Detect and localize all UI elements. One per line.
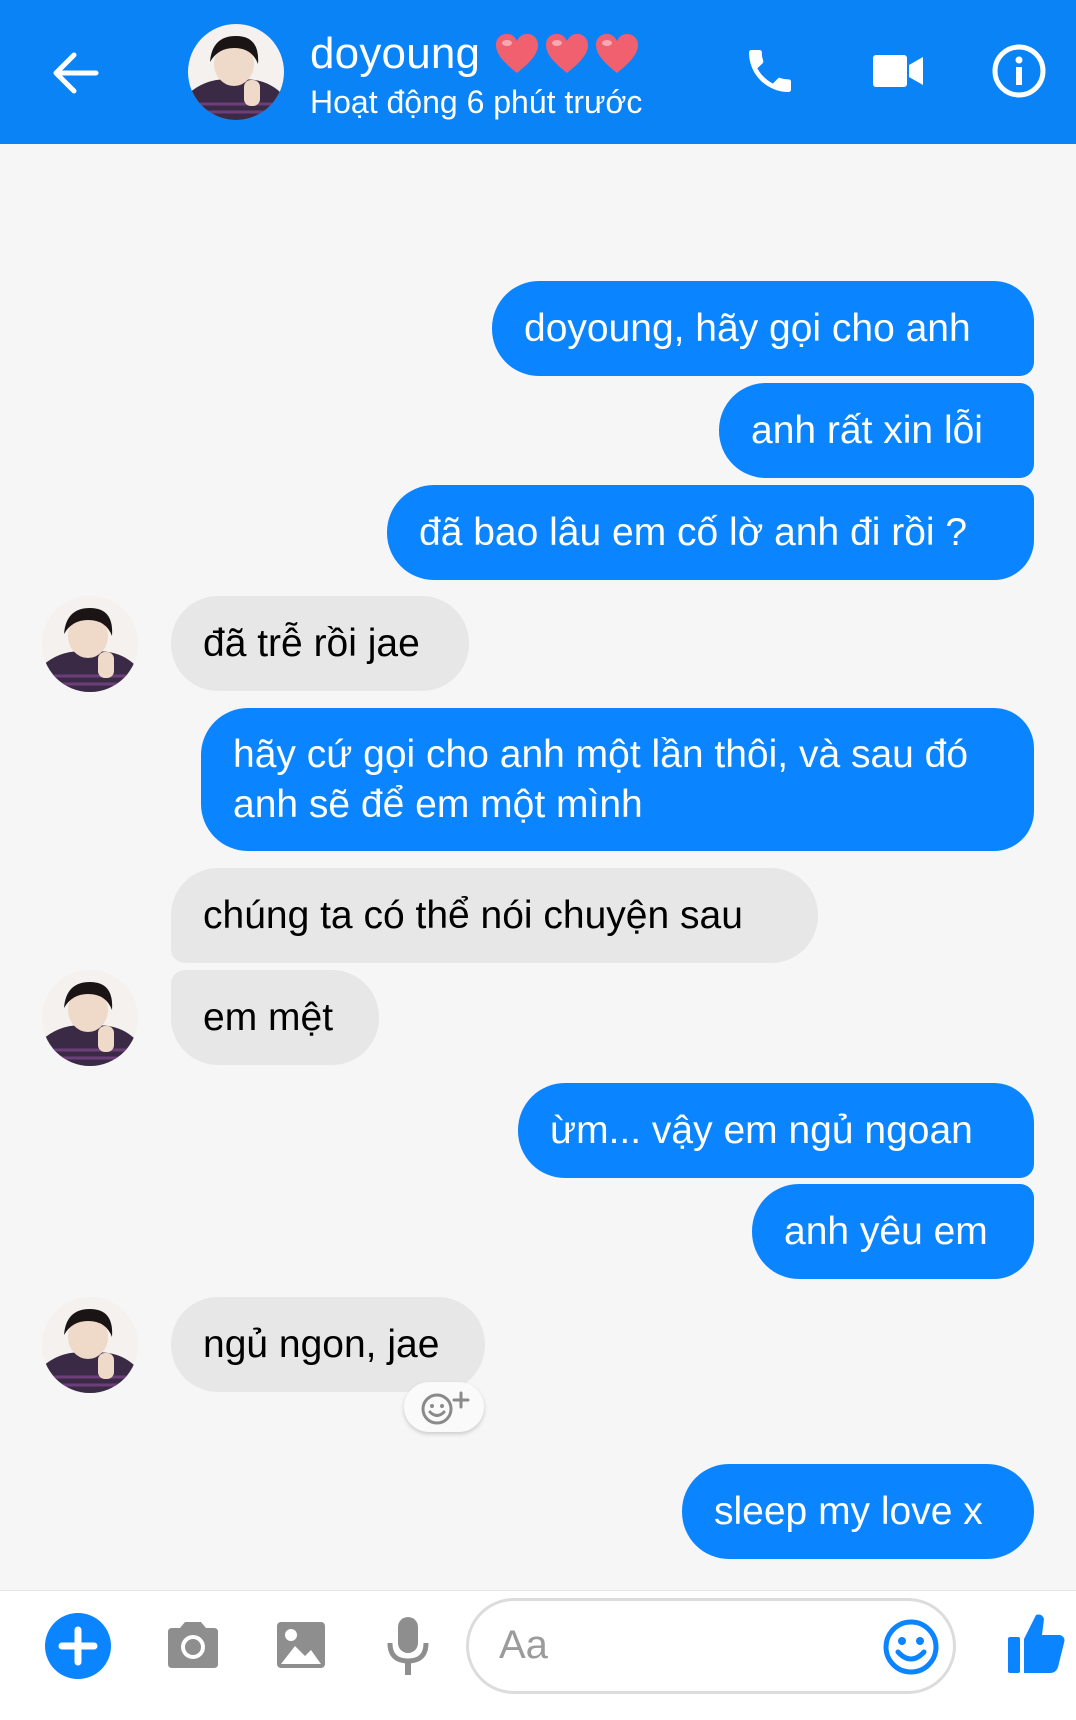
message-bubble-received[interactable]: chúng ta có thể nói chuyện sau (171, 868, 818, 963)
sender-avatar[interactable] (42, 1297, 138, 1393)
contact-name: doyoung (310, 29, 481, 78)
message-bubble-sent[interactable]: ừm... vậy em ngủ ngoan (518, 1083, 1034, 1178)
heart-emojis (494, 33, 640, 75)
microphone-icon (387, 1617, 429, 1675)
contact-avatar[interactable] (188, 24, 284, 120)
add-button[interactable] (44, 1612, 112, 1680)
phone-icon (749, 50, 791, 92)
info-button[interactable] (984, 36, 1054, 106)
message-bubble-sent[interactable]: hãy cứ gọi cho anh một lần thôi, và sau … (201, 708, 1034, 851)
video-camera-icon (873, 55, 923, 87)
heart-icon (596, 34, 639, 73)
message-bubble-sent[interactable]: doyoung, hãy gọi cho anh (492, 281, 1034, 376)
back-button[interactable] (40, 38, 110, 108)
message-bubble-sent[interactable]: anh rất xin lỗi (719, 383, 1034, 478)
add-reaction-button[interactable] (404, 1382, 484, 1432)
info-icon (992, 44, 1046, 98)
sender-avatar[interactable] (42, 970, 138, 1066)
message-bubble-sent[interactable]: sleep my love x (682, 1464, 1034, 1559)
image-icon (277, 1622, 325, 1668)
heart-icon (496, 34, 539, 73)
camera-icon (168, 1622, 218, 1668)
message-bubble-received[interactable]: đã trễ rồi jae (171, 596, 469, 691)
smiley-plus-icon (421, 1391, 470, 1425)
arrow-left-icon (53, 52, 99, 94)
message-bubble-received[interactable]: em mệt (171, 970, 379, 1065)
sender-avatar[interactable] (42, 596, 138, 692)
like-button[interactable] (1004, 1608, 1068, 1678)
chat-header: doyoung Hoạt động 6 phút trước (0, 0, 1076, 144)
message-bubble-sent[interactable]: anh yêu em (752, 1184, 1034, 1279)
smiley-icon (883, 1619, 939, 1675)
input-placeholder: Aa (499, 1623, 548, 1667)
message-bubble-sent[interactable]: đã bao lâu em cố lờ anh đi rồi ? (387, 485, 1034, 580)
video-call-button[interactable] (858, 36, 940, 106)
message-input[interactable]: Aa (466, 1598, 956, 1694)
camera-button[interactable] (160, 1614, 226, 1676)
thumbs-up-icon (1008, 1614, 1065, 1673)
emoji-button[interactable] (881, 1617, 941, 1677)
contact-name-row[interactable]: doyoung (310, 26, 640, 82)
gallery-button[interactable] (270, 1614, 332, 1676)
activity-status: Hoạt động 6 phút trước (310, 84, 643, 120)
call-button[interactable] (730, 36, 810, 106)
heart-icon (546, 34, 589, 73)
plus-icon (45, 1613, 111, 1679)
voice-button[interactable] (380, 1612, 436, 1682)
message-bubble-received[interactable]: ngủ ngon, jae (171, 1297, 485, 1392)
